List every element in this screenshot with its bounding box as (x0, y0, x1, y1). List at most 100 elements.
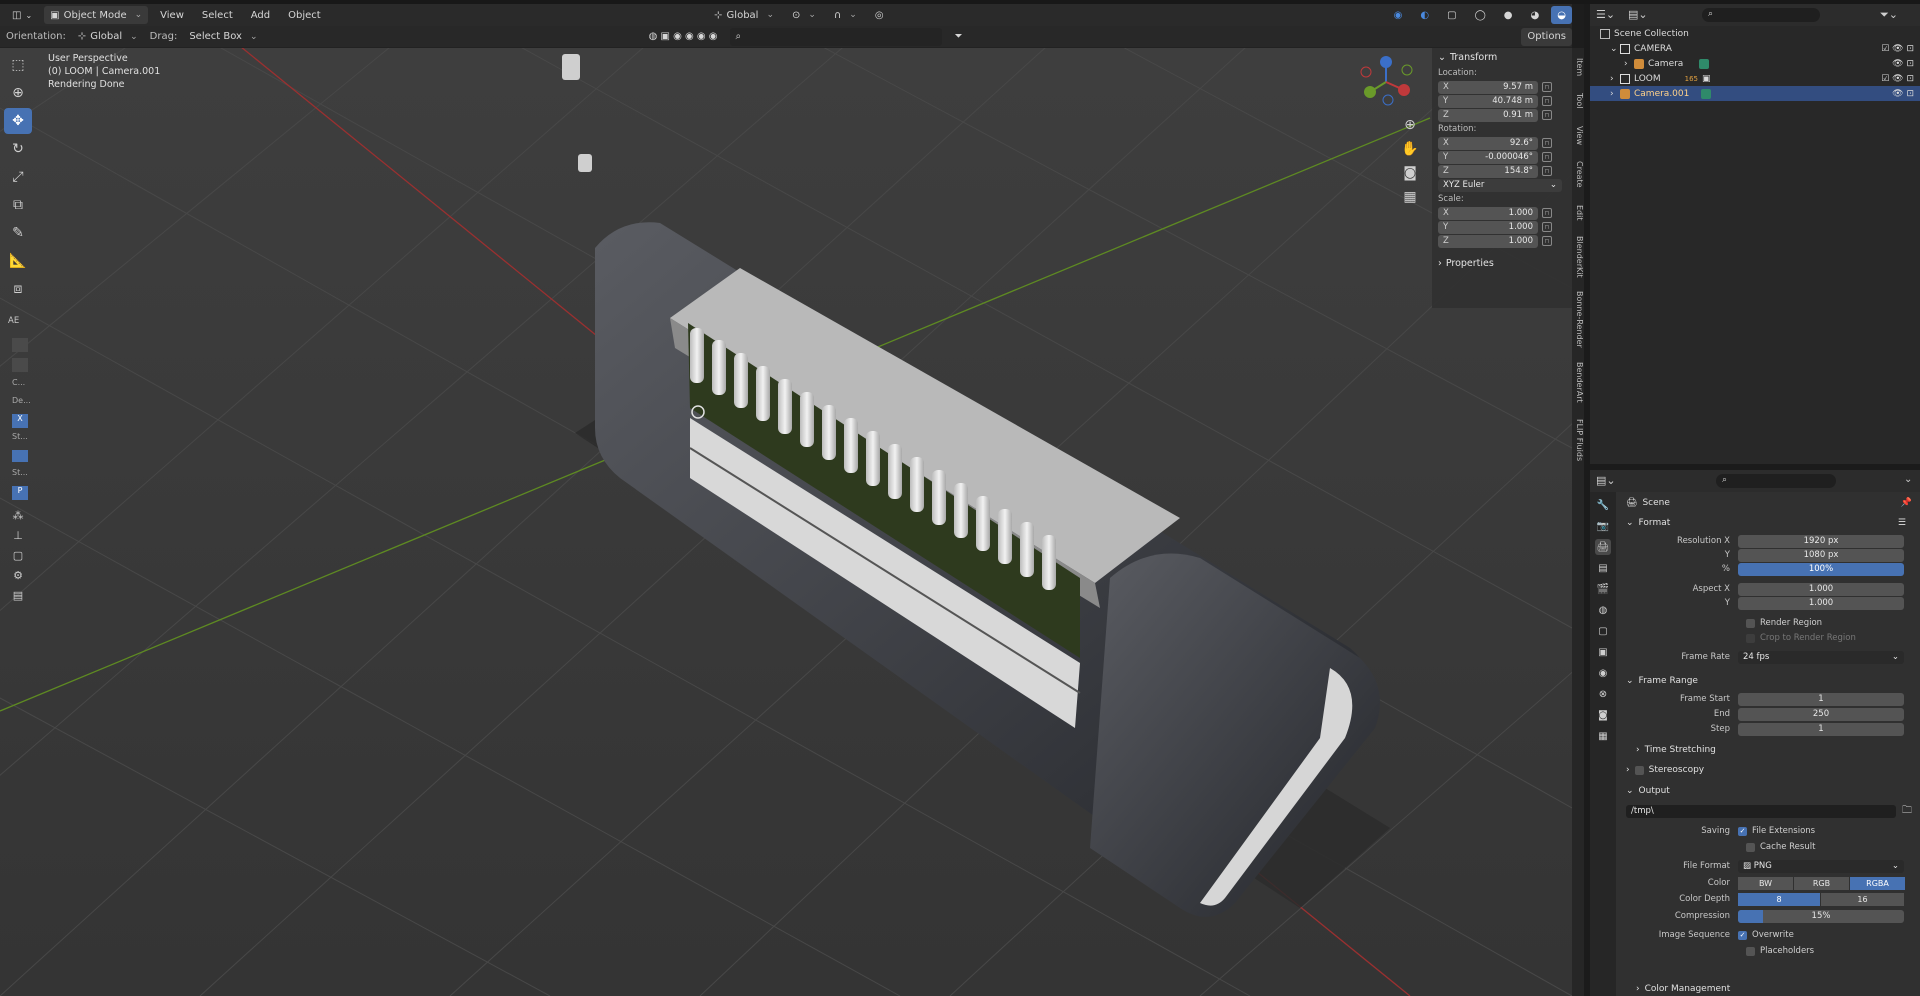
object-tab-icon[interactable]: ▣ (1595, 644, 1611, 660)
tab-view[interactable]: View (1572, 120, 1584, 150)
output-panel-header[interactable]: ⌄ Output (1616, 782, 1920, 800)
orientation-dropdown[interactable]: ⊹ Global (72, 28, 144, 46)
xray-toggle[interactable]: ▢ (1441, 6, 1462, 24)
outliner-item-camera-collection[interactable]: ⌄ CAMERA ☑ 👁 ⊡ (1590, 41, 1920, 56)
visibility-icons[interactable]: ☑ 👁 ⊡ (1881, 44, 1914, 54)
shading-solid[interactable]: ● (1498, 6, 1519, 24)
lock-icon[interactable]: ⊓ (1542, 138, 1552, 148)
checkbox[interactable] (1746, 633, 1755, 643)
view-layer-tab-icon[interactable]: ▤ (1595, 560, 1611, 576)
overlay-toggle[interactable]: ◐ (1414, 6, 1435, 24)
tab-benderart[interactable]: BenderArt (1572, 356, 1584, 408)
outliner-item-camera[interactable]: › Camera 👁 ⊡ (1590, 56, 1920, 71)
lock-icon[interactable]: ⊓ (1542, 96, 1552, 106)
menu-select[interactable]: Select (196, 6, 239, 24)
addon-gear-icon[interactable]: ⚙ (4, 566, 32, 584)
lock-icon[interactable]: ⊓ (1542, 208, 1552, 218)
color-depth-16-option[interactable]: 16 (1821, 892, 1904, 906)
resolution-x-field[interactable]: 1920 px (1738, 534, 1904, 548)
addon-image-icon[interactable]: ▤ (4, 586, 32, 604)
compression-slider[interactable]: 15% (1738, 909, 1904, 923)
preset-list-icon[interactable]: ☰ (1898, 518, 1906, 528)
location-z-field[interactable]: Z 0.91 m (1438, 108, 1538, 122)
rotation-x-field[interactable]: X 92.6° (1438, 136, 1538, 150)
transform-header[interactable]: ⌄ Transform (1432, 48, 1572, 66)
output-path-input[interactable]: /tmp\ (1626, 804, 1896, 818)
render-tab-icon[interactable]: 📷 (1595, 518, 1611, 534)
scale-z-field[interactable]: Z 1.000 (1438, 234, 1538, 248)
constraints-tab-icon[interactable]: ⊗ (1595, 686, 1611, 702)
checkbox[interactable]: ✓ (1738, 930, 1747, 940)
frame-end-field[interactable]: 250 (1738, 707, 1904, 721)
measure-tool-icon[interactable]: 📐 (4, 248, 32, 274)
stereoscopy-panel-header[interactable]: › Stereoscopy (1616, 761, 1920, 779)
view-filter-button[interactable]: ⏷ (948, 28, 968, 46)
color-rgb-option[interactable]: RGB (1794, 876, 1849, 890)
visibility-icons[interactable]: 👁 ⊡ (1892, 59, 1914, 69)
snap-dropdown[interactable]: ∩ (828, 6, 863, 24)
pin-icon[interactable]: 📌 (1901, 498, 1912, 508)
rotation-z-field[interactable]: Z 154.8° (1438, 164, 1538, 178)
rotate-tool-icon[interactable]: ↻ (4, 136, 32, 162)
rotation-mode-dropdown[interactable]: XYZ Euler ⌄ (1438, 178, 1562, 192)
outliner-editor-icon[interactable]: ☰⌄ (1596, 8, 1615, 21)
checkbox[interactable] (1634, 765, 1644, 775)
pivot-dropdown[interactable]: ⊙ (786, 6, 822, 24)
zoom-icon[interactable]: ⊕ (1400, 114, 1420, 136)
menu-object[interactable]: Object (282, 6, 327, 24)
world-tab-icon[interactable]: ◍ (1595, 602, 1611, 618)
addon-axis-icon[interactable]: ⊥ (4, 526, 32, 544)
add-cube-tool-icon[interactable]: ⧈ (4, 276, 32, 302)
render-region-checkbox[interactable]: Render Region (1746, 616, 1822, 630)
select-tool-icon[interactable]: ⬚ (4, 52, 32, 78)
cache-result-checkbox[interactable]: Cache Result (1746, 840, 1815, 854)
drag-dropdown[interactable]: Select Box (183, 28, 263, 46)
tab-tool[interactable]: Tool (1572, 86, 1584, 116)
color-depth-8-option[interactable]: 8 (1738, 892, 1820, 906)
gizmo-toggle[interactable]: ◉ (1388, 6, 1409, 24)
visibility-icons[interactable]: 👁 ⊡ (1892, 89, 1914, 99)
frame-start-field[interactable]: 1 (1738, 692, 1904, 706)
tab-item[interactable]: Item (1572, 52, 1584, 82)
scale-tool-icon[interactable]: ⤢ (4, 164, 32, 190)
color-rgba-option[interactable]: RGBA (1850, 876, 1905, 890)
visibility-icons[interactable]: ☑ 👁 ⊡ (1881, 74, 1914, 84)
checkbox[interactable]: ✓ (1738, 826, 1747, 836)
addon-x-toggle[interactable]: X (12, 414, 28, 428)
addon-cubes-icon[interactable]: ⁂ (4, 506, 32, 524)
file-format-dropdown[interactable]: ▨ PNG ⌄ (1738, 859, 1904, 873)
checkbox[interactable] (1746, 842, 1755, 852)
lock-icon[interactable]: ⊓ (1542, 110, 1552, 120)
cursor-tool-icon[interactable]: ⊕ (4, 80, 32, 106)
addon-p-toggle[interactable]: P (12, 486, 28, 500)
perspective-grid-icon[interactable]: ▦ (1400, 186, 1420, 208)
scene-tab-icon[interactable]: 🎬 (1595, 581, 1611, 597)
shading-material[interactable]: ◕ (1525, 6, 1546, 24)
addon-swatch-2[interactable] (12, 358, 28, 372)
shading-wireframe[interactable]: ◯ (1469, 6, 1492, 24)
menu-view[interactable]: View (154, 6, 190, 24)
scale-y-field[interactable]: Y 1.000 (1438, 220, 1538, 234)
lock-icon[interactable]: ⊓ (1542, 82, 1552, 92)
3d-viewport[interactable]: ⊕ ✋ ◙ ▦ (0, 48, 1572, 996)
outliner-item-camera001[interactable]: › Camera.001 👁 ⊡ (1590, 86, 1920, 101)
format-panel-header[interactable]: ⌄ Format ☰ (1616, 514, 1920, 532)
tab-blenderkit[interactable]: BlenderKit (1572, 232, 1584, 282)
aspect-y-field[interactable]: 1.000 (1738, 596, 1904, 610)
physics-tab-icon[interactable]: ◉ (1595, 665, 1611, 681)
checkbox[interactable] (1746, 618, 1755, 628)
frame-step-field[interactable]: 1 (1738, 722, 1904, 736)
display-mode-icon[interactable]: ▤⌄ (1628, 8, 1648, 21)
folder-icon[interactable]: 🗀 (1902, 803, 1912, 820)
properties-subpanel-header[interactable]: › Properties (1432, 254, 1572, 272)
transform-tool-icon[interactable]: ⧉ (4, 192, 32, 218)
placeholders-checkbox[interactable]: Placeholders (1746, 944, 1814, 958)
color-bw-option[interactable]: BW (1738, 876, 1793, 890)
editor-type-button[interactable]: ◫ ⌄ (6, 6, 38, 24)
checkbox[interactable] (1746, 946, 1755, 956)
object-type-filters[interactable]: ◍ ▣ ◉ ◉ ◉ ◉ (643, 28, 724, 46)
options-button[interactable]: Options (1521, 27, 1572, 46)
location-y-field[interactable]: Y 40.748 m (1438, 94, 1538, 108)
addon-toggle-2[interactable] (12, 450, 28, 462)
tab-edit[interactable]: Edit (1572, 198, 1584, 228)
